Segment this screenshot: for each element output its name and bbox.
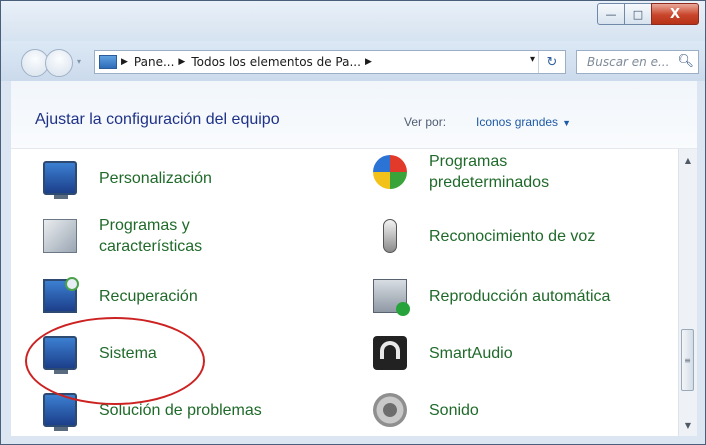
item-label: Recuperación: [99, 287, 198, 305]
programs-features-icon: [43, 219, 77, 253]
search-icon[interactable]: 🔍︎: [677, 51, 694, 73]
item-label: Reproducción automática: [429, 287, 611, 305]
breadcrumb-separator[interactable]: ▶: [365, 57, 372, 67]
breadcrumb-item[interactable]: Todos los elementos de Pa...: [191, 55, 361, 69]
content-header: Ajustar la configuración del equipo Ver …: [11, 81, 697, 149]
recovery-icon: [43, 277, 79, 313]
item-label: Reconocimiento de voz: [429, 227, 596, 245]
item-recuperacion[interactable]: Recuperación: [43, 277, 198, 313]
control-panel-window: — □ X ▾ ▶ Pane... ▶ Todos los elementos …: [0, 0, 706, 445]
breadcrumb-separator[interactable]: ▶: [121, 57, 128, 67]
item-programas-predeterminados[interactable]: Programas predeterminados: [373, 151, 549, 193]
speech-recognition-icon: [383, 219, 397, 253]
view-by-value: Iconos grandes: [476, 115, 559, 129]
item-programas-caracteristicas[interactable]: Programas y características: [43, 215, 202, 257]
title-bar: — □ X: [1, 1, 705, 43]
window-buttons: — □ X: [597, 3, 699, 25]
vertical-scrollbar[interactable]: ▲ ≡ ▼: [678, 149, 697, 436]
minimize-button[interactable]: —: [597, 3, 625, 25]
chevron-down-icon: ▼: [562, 118, 571, 128]
breadcrumb-separator[interactable]: ▶: [178, 57, 185, 67]
item-label: Sonido: [429, 401, 479, 419]
scroll-up-arrow-icon[interactable]: ▲: [679, 151, 697, 169]
item-label: Programas predeterminados: [429, 153, 550, 191]
item-label: SmartAudio: [429, 344, 513, 362]
item-sonido[interactable]: Sonido: [373, 393, 479, 427]
address-bar[interactable]: ▶ Pane... ▶ Todos los elementos de Pa...…: [94, 50, 566, 74]
scroll-down-arrow-icon[interactable]: ▼: [679, 416, 697, 434]
scroll-thumb[interactable]: ≡: [681, 329, 694, 391]
item-reproduccion-automatica[interactable]: Reproducción automática: [373, 279, 611, 316]
item-reconocimiento-voz[interactable]: Reconocimiento de voz: [373, 219, 595, 253]
forward-button[interactable]: [45, 49, 73, 77]
view-by-dropdown[interactable]: Iconos grandes ▼: [476, 115, 571, 129]
recent-pages-dropdown[interactable]: ▾: [77, 57, 81, 66]
refresh-icon[interactable]: ↻: [538, 51, 565, 73]
navigation-bar: ▾ ▶ Pane... ▶ Todos los elementos de Pa.…: [1, 41, 705, 81]
page-title: Ajustar la configuración del equipo: [35, 111, 280, 128]
maximize-button[interactable]: □: [624, 3, 652, 25]
close-button[interactable]: X: [651, 3, 699, 25]
item-label: Personalización: [99, 169, 212, 187]
item-smartaudio[interactable]: SmartAudio: [373, 336, 513, 370]
sound-icon: [373, 393, 407, 427]
search-input[interactable]: Buscar en e... 🔍︎: [576, 50, 699, 74]
personalization-icon: [43, 161, 77, 199]
address-dropdown-icon[interactable]: ▾: [530, 54, 535, 65]
breadcrumb-item[interactable]: Pane...: [134, 55, 174, 69]
view-by-label: Ver por:: [404, 115, 447, 129]
search-placeholder: Buscar en e...: [587, 55, 670, 69]
autoplay-icon: [373, 279, 410, 316]
item-label: Programas y características: [99, 217, 203, 255]
control-panel-icon: [99, 55, 117, 69]
default-programs-icon: [373, 155, 407, 189]
item-personalizacion[interactable]: Personalización: [43, 161, 212, 199]
red-highlight-ellipse: [25, 317, 205, 405]
smartaudio-icon: [373, 336, 407, 370]
